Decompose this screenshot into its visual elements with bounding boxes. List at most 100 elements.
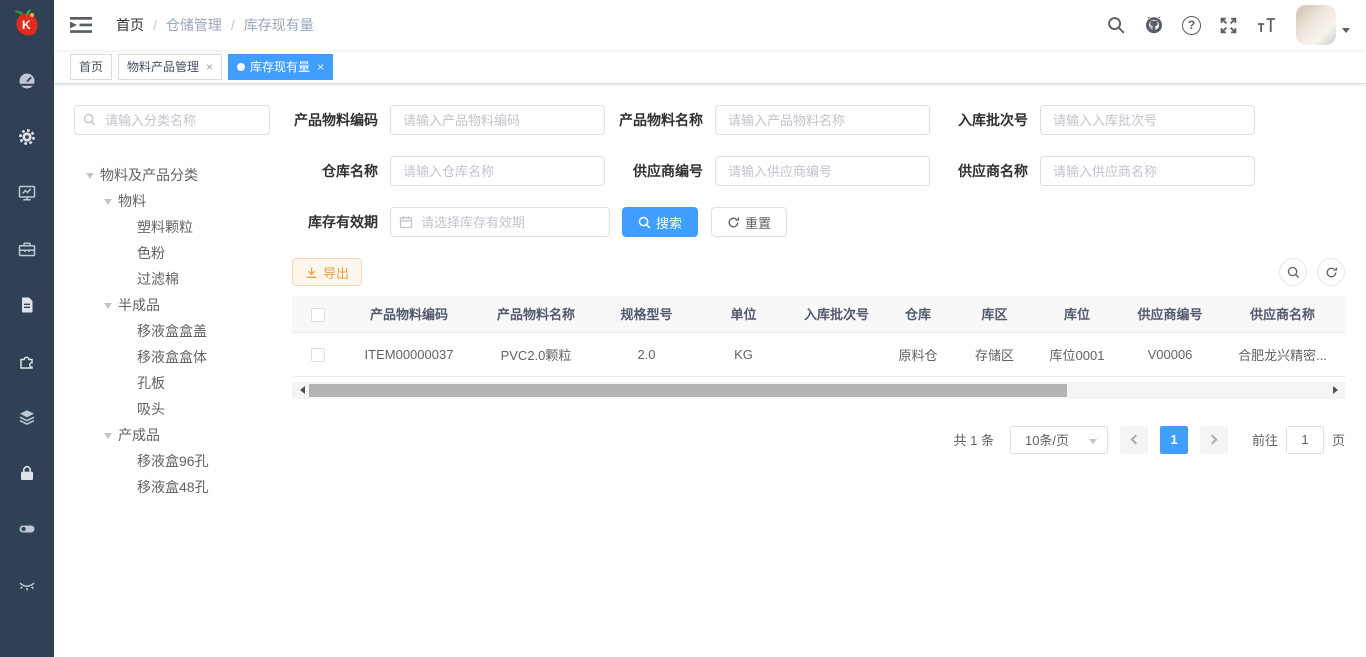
cell-zone: 存储区 xyxy=(955,332,1034,376)
row-checkbox[interactable] xyxy=(311,348,325,362)
monitor-icon xyxy=(17,183,37,203)
caret-down-icon[interactable] xyxy=(104,303,112,313)
item-name-input[interactable] xyxy=(715,105,930,135)
prev-page-button[interactable] xyxy=(1120,426,1148,454)
field-label: 供应商编号 xyxy=(617,161,715,181)
tree-node-material[interactable]: 物料 xyxy=(74,188,284,214)
tab-inventory-active[interactable]: 库存现有量 × xyxy=(228,54,333,80)
tab-material-product[interactable]: 物料产品管理 × xyxy=(118,54,222,80)
category-tree-panel: 物料及产品分类 物料 塑料颗粒 色粉 过滤棉 xyxy=(54,84,284,657)
sidebar-item-toolbox[interactable] xyxy=(0,221,54,277)
goto-page-input[interactable] xyxy=(1286,426,1324,454)
sidebar-item-document[interactable] xyxy=(0,277,54,333)
tree-node-label: 半成品 xyxy=(118,295,160,315)
scrollbar-thumb[interactable] xyxy=(309,384,1067,397)
tree-node-leaf[interactable]: 孔板 xyxy=(74,370,284,396)
page-size-select[interactable]: 10条/页 xyxy=(1010,426,1108,454)
toggle-search-button[interactable] xyxy=(1279,258,1307,286)
help-button[interactable]: ? xyxy=(1173,0,1210,50)
github-link-button[interactable] xyxy=(1135,0,1173,50)
caret-down-icon[interactable] xyxy=(104,199,112,209)
tree-node-leaf[interactable]: 色粉 xyxy=(74,240,284,266)
sidebar-toggle-button[interactable] xyxy=(68,16,102,34)
tab-home[interactable]: 首页 xyxy=(70,54,112,80)
cell-supplier-code: V00006 xyxy=(1120,332,1220,376)
supplier-code-input[interactable] xyxy=(715,156,930,186)
sidebar-item-switch[interactable] xyxy=(0,501,54,557)
table-row[interactable]: ITEM00000037 PVC2.0颗粒 2.0 KG 原料仓 存储区 库位0… xyxy=(292,332,1345,376)
search-icon xyxy=(1107,16,1126,35)
user-avatar[interactable] xyxy=(1296,5,1336,45)
table-header-row: 产品物料编码 产品物料名称 规格型号 单位 入库批次号 仓库 库区 库位 供应商… xyxy=(292,296,1345,332)
tree-node-label: 孔板 xyxy=(137,373,165,393)
breadcrumb-home[interactable]: 首页 xyxy=(116,15,144,35)
gear-icon xyxy=(17,127,37,147)
select-all-checkbox[interactable] xyxy=(311,308,325,322)
breadcrumb-separator: / xyxy=(153,17,157,33)
col-header: 产品物料名称 xyxy=(474,296,598,332)
tree-node-leaf[interactable]: 塑料颗粒 xyxy=(74,214,284,240)
tree-node-leaf[interactable]: 吸头 xyxy=(74,396,284,422)
layers-icon xyxy=(17,407,37,427)
svg-text:K: K xyxy=(22,18,31,32)
scroll-right-arrow[interactable] xyxy=(1329,382,1345,399)
sidebar-item-security[interactable] xyxy=(0,445,54,501)
batch-no-input[interactable] xyxy=(1040,105,1255,135)
col-header: 库位 xyxy=(1034,296,1120,332)
export-button[interactable]: 导出 xyxy=(292,258,362,286)
tree-node-label: 移液盒盒盖 xyxy=(137,321,207,341)
item-code-input[interactable] xyxy=(390,105,605,135)
tab-close-icon[interactable]: × xyxy=(317,60,324,74)
document-icon xyxy=(17,295,37,315)
font-size-icon xyxy=(1256,17,1277,34)
fullscreen-button[interactable] xyxy=(1210,0,1247,50)
expiry-date-input[interactable] xyxy=(390,207,610,237)
tree-node-leaf[interactable]: 过滤棉 xyxy=(74,266,284,292)
sidebar-item-system[interactable] xyxy=(0,109,54,165)
sidebar-item-dashboard[interactable] xyxy=(0,53,54,109)
active-dot-icon xyxy=(237,63,245,71)
caret-down-icon[interactable] xyxy=(104,433,112,443)
warehouse-name-input[interactable] xyxy=(390,156,605,186)
field-label: 库存有效期 xyxy=(292,212,390,232)
tree-node-label: 色粉 xyxy=(137,243,165,263)
download-icon xyxy=(305,266,318,279)
export-button-label: 导出 xyxy=(323,263,349,282)
page-number-button[interactable]: 1 xyxy=(1160,426,1188,454)
refresh-table-button[interactable] xyxy=(1317,258,1345,286)
chevron-right-icon xyxy=(1208,435,1218,445)
tree-node-finished[interactable]: 产成品 xyxy=(74,422,284,448)
category-search-input[interactable] xyxy=(74,105,270,135)
breadcrumb: 首页 / 仓储管理 / 库存现有量 xyxy=(116,15,314,35)
search-button[interactable]: 搜索 xyxy=(622,207,698,237)
tree-node-leaf[interactable]: 移液盒48孔 xyxy=(74,474,284,500)
briefcase-icon xyxy=(17,239,37,259)
sidebar-item-plugin[interactable] xyxy=(0,333,54,389)
caret-down-icon[interactable] xyxy=(86,173,94,183)
scroll-left-arrow[interactable] xyxy=(292,382,308,399)
tree-node-root[interactable]: 物料及产品分类 xyxy=(74,162,284,188)
user-menu-caret-icon[interactable] xyxy=(1342,28,1350,37)
header-search-button[interactable] xyxy=(1098,0,1135,50)
tree-node-leaf[interactable]: 移液盒96孔 xyxy=(74,448,284,474)
app-logo[interactable]: K xyxy=(0,0,54,50)
tree-node-semifinished[interactable]: 半成品 xyxy=(74,292,284,318)
sidebar-item-monitor[interactable] xyxy=(0,165,54,221)
table-tools xyxy=(1279,258,1345,286)
horizontal-scrollbar xyxy=(292,382,1345,399)
tree-node-leaf[interactable]: 移液盒盒盖 xyxy=(74,318,284,344)
col-header: 供应商编号 xyxy=(1120,296,1220,332)
tree-node-label: 过滤棉 xyxy=(137,269,179,289)
search-icon xyxy=(83,113,96,126)
sidebar-item-hidden[interactable] xyxy=(0,557,54,613)
reset-button[interactable]: 重置 xyxy=(711,207,787,237)
supplier-name-input[interactable] xyxy=(1040,156,1255,186)
tags-view-bar: 首页 物料产品管理 × 库存现有量 × xyxy=(54,50,1366,84)
tree-node-label: 塑料颗粒 xyxy=(137,217,193,237)
tab-close-icon[interactable]: × xyxy=(206,60,213,74)
sidebar-item-layers[interactable] xyxy=(0,389,54,445)
next-page-button[interactable] xyxy=(1200,426,1228,454)
tree-node-leaf[interactable]: 移液盒盒体 xyxy=(74,344,284,370)
sidebar: K xyxy=(0,0,54,657)
font-size-button[interactable] xyxy=(1247,0,1286,50)
